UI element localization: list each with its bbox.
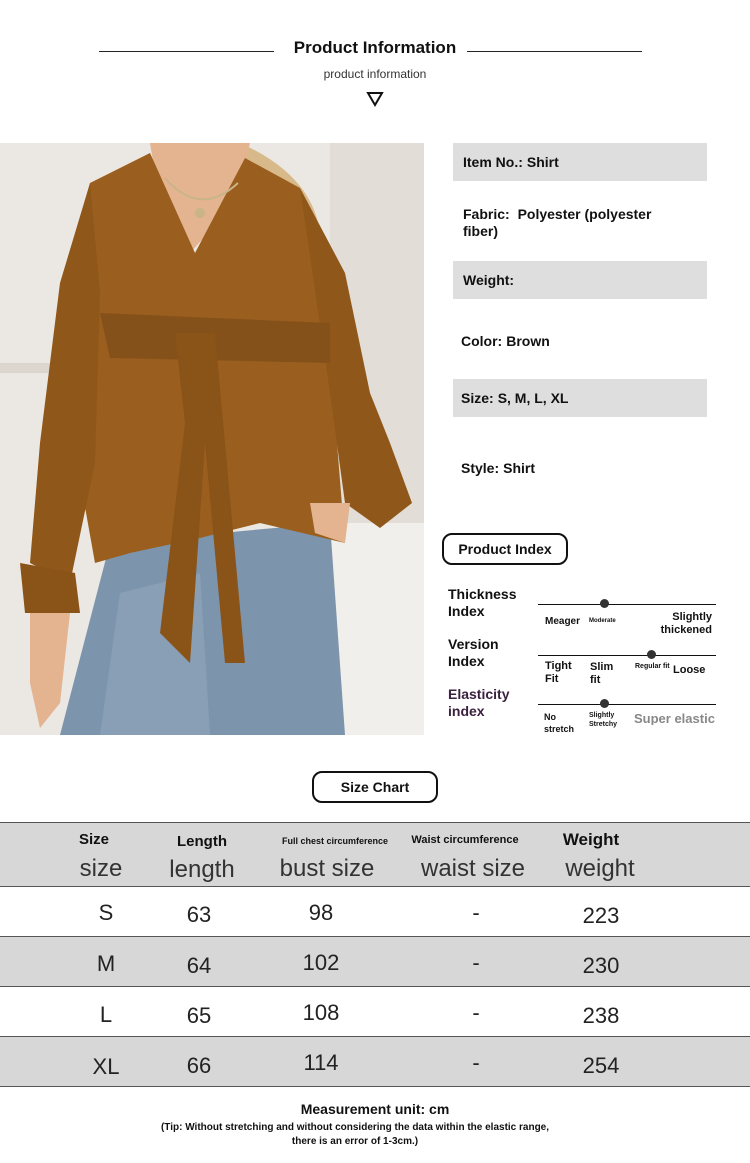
cell-length: 64	[186, 953, 212, 978]
header-chest-top: Full chest circumference	[281, 836, 389, 846]
elasticity-label-slightly: Slightly Stretchy	[589, 712, 618, 728]
info-style: Style: Shirt	[453, 450, 707, 486]
section-title: Product Information	[293, 38, 457, 57]
cell-bust: 108	[302, 1000, 340, 1025]
version-selected-dot	[647, 650, 656, 659]
elasticity-label-super: Super elastic	[634, 712, 715, 725]
measurement-tip: (Tip: Without stretching and without con…	[0, 1121, 710, 1149]
section-subtitle: product information	[323, 67, 427, 81]
thickness-label-thickened: Slightly thickened	[660, 611, 712, 636]
elasticity-index-name: Elasticity index	[448, 686, 510, 719]
header-length-top: Length	[177, 833, 227, 850]
info-color: Color: Brown	[453, 322, 707, 360]
cell-length: 65	[186, 1003, 212, 1028]
down-triangle-icon	[366, 92, 384, 107]
info-value: Shirt	[526, 154, 559, 170]
table-row: XL 66 114 - 254	[0, 1037, 750, 1087]
cell-size: S	[98, 900, 114, 925]
elasticity-label-no-stretch: No stretch	[544, 712, 575, 734]
info-value: Shirt	[503, 460, 536, 476]
model-wearing-brown-shirt	[0, 143, 424, 735]
info-label: Color:	[461, 333, 503, 349]
thickness-label-moderate: Moderate	[589, 618, 616, 624]
version-label-tight: Tight Fit	[545, 660, 572, 685]
cell-bust: 98	[308, 900, 334, 925]
cell-waist: -	[472, 900, 480, 925]
size-chart-label: Size Chart	[312, 771, 438, 803]
product-index-label: Product Index	[442, 533, 568, 565]
header-size-top: Size	[78, 831, 110, 848]
cell-size: M	[96, 951, 116, 976]
info-weight: Weight:	[453, 261, 707, 299]
version-label-loose: Loose	[673, 664, 706, 676]
cell-waist: -	[472, 1050, 480, 1075]
cell-bust: 114	[303, 1050, 339, 1075]
product-photo	[0, 143, 424, 735]
cell-bust: 102	[302, 950, 340, 975]
header-waist-bottom: waist size	[420, 855, 526, 882]
cell-weight: 223	[582, 903, 620, 928]
cell-length: 66	[186, 1053, 212, 1078]
cell-weight: 254	[582, 1053, 620, 1078]
info-label: Style:	[461, 460, 500, 476]
table-row: M 64 102 - 230	[0, 937, 750, 987]
thickness-scale-line	[538, 604, 716, 605]
header-weight-bottom: weight	[565, 855, 635, 882]
elasticity-scale-line	[538, 704, 716, 705]
table-row: S 63 98 - 223	[0, 887, 750, 937]
thickness-selected-dot	[600, 599, 609, 608]
header-bust-bottom: bust size	[279, 855, 375, 882]
info-fabric: Fabric: Polyester (polyester fiber)	[453, 202, 707, 246]
measurement-unit: Measurement unit: cm	[300, 1101, 450, 1117]
cell-waist: -	[472, 950, 480, 975]
cell-length: 63	[186, 902, 212, 927]
info-label: Item No.:	[463, 154, 523, 170]
thickness-index-name: Thickness Index	[448, 586, 517, 619]
cell-size: XL	[92, 1054, 120, 1079]
header-waist-top: Waist circumference	[411, 834, 519, 846]
cell-waist: -	[472, 1000, 480, 1025]
cell-size: L	[99, 1002, 113, 1027]
elasticity-selected-dot	[600, 699, 609, 708]
cell-weight: 238	[582, 1003, 620, 1028]
version-scale-line	[538, 655, 716, 656]
info-item-no: Item No.: Shirt	[453, 143, 707, 181]
tip-line-2: there is an error of 1-3cm.)	[291, 1136, 419, 1147]
tip-line-1: (Tip: Without stretching and without con…	[160, 1122, 550, 1133]
info-label: Fabric:	[463, 206, 510, 222]
version-label-slim: Slim fit	[590, 661, 614, 686]
header-length-bottom: length	[169, 856, 235, 883]
table-row: L 65 108 - 238	[0, 987, 750, 1037]
table-header: Size Length Full chest circumference Wai…	[0, 822, 750, 887]
cell-weight: 230	[582, 953, 620, 978]
info-value: S, M, L, XL	[497, 390, 569, 406]
info-value: Brown	[506, 333, 550, 349]
thickness-label-meager: Meager	[545, 616, 581, 627]
header-weight-top: Weight	[562, 830, 620, 849]
info-label: Size:	[461, 390, 494, 406]
version-index-name: Version Index	[448, 636, 499, 669]
info-label: Weight:	[463, 272, 515, 288]
info-size: Size: S, M, L, XL	[453, 379, 707, 417]
header-size-bottom: size	[79, 855, 123, 882]
version-label-regular: Regular fit	[635, 663, 670, 670]
